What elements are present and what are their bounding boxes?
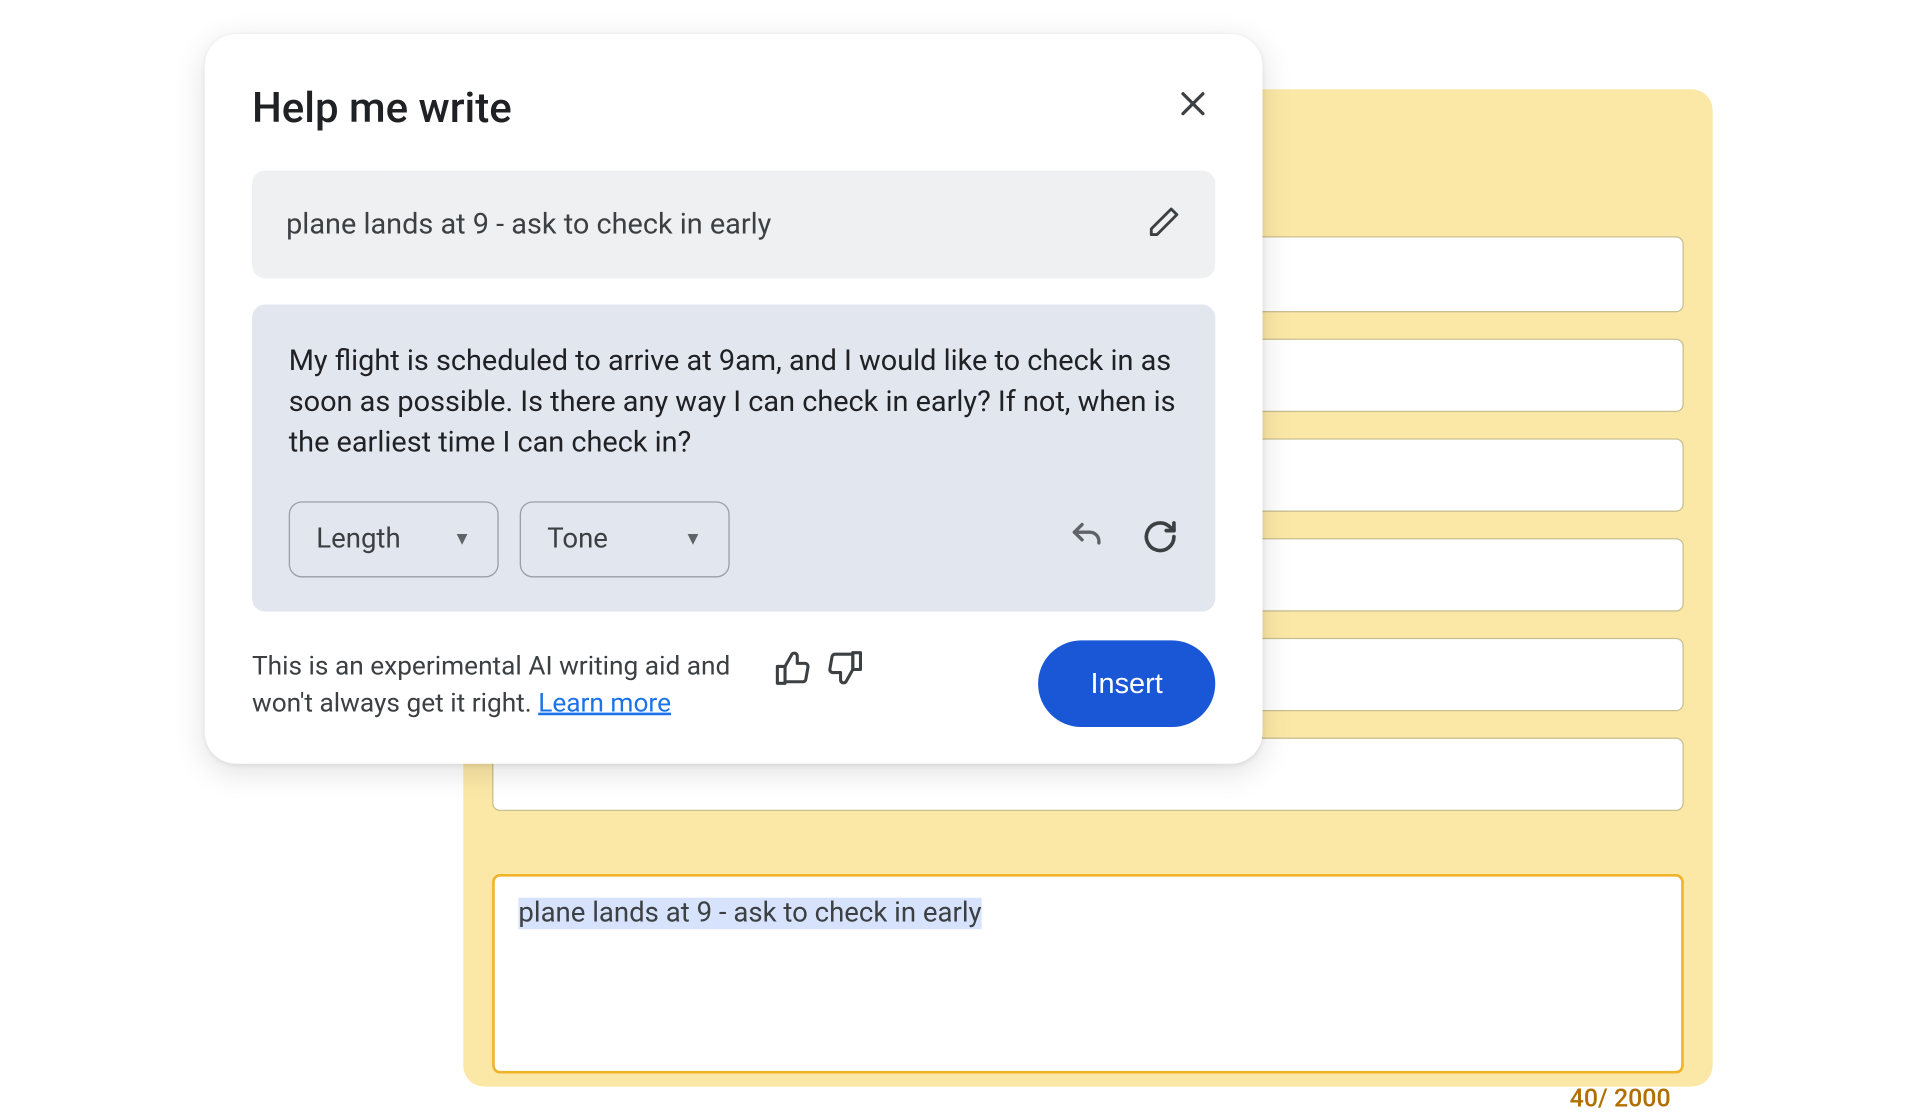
close-icon [1176, 85, 1210, 131]
edit-prompt-button[interactable] [1147, 205, 1181, 244]
length-label: Length [316, 523, 400, 554]
insert-button[interactable]: Insert [1038, 640, 1215, 727]
dialog-title: Help me write [252, 83, 512, 133]
tone-dropdown[interactable]: Tone ▼ [520, 501, 730, 577]
regenerate-button[interactable] [1142, 518, 1179, 560]
message-textarea[interactable]: plane lands at 9 - ask to check in early… [492, 874, 1684, 1073]
tone-label: Tone [547, 523, 608, 554]
generated-result-box: My flight is scheduled to arrive at 9am,… [252, 304, 1215, 611]
undo-icon [1068, 518, 1105, 560]
character-counter: 40/ 2000 [1570, 1083, 1671, 1113]
help-me-write-dialog: Help me write plane lands at 9 - ask to … [205, 34, 1263, 763]
chevron-down-icon: ▼ [684, 528, 702, 550]
chevron-down-icon: ▼ [453, 528, 471, 550]
prompt-box: plane lands at 9 - ask to check in early [252, 171, 1215, 279]
textarea-highlighted-text: plane lands at 9 - ask to check in early [518, 898, 981, 929]
learn-more-link[interactable]: Learn more [538, 686, 671, 717]
thumb-down-icon [827, 649, 864, 691]
disclaimer-text: This is an experimental AI writing aid a… [252, 647, 751, 720]
generated-text: My flight is scheduled to arrive at 9am,… [289, 341, 1179, 464]
thumb-down-button[interactable] [827, 649, 864, 691]
close-button[interactable] [1171, 81, 1216, 133]
redo-icon [1142, 518, 1179, 560]
thumb-up-icon [774, 649, 811, 691]
thumb-up-button[interactable] [774, 649, 811, 691]
undo-button[interactable] [1068, 518, 1105, 560]
pencil-icon [1147, 219, 1181, 244]
prompt-text: plane lands at 9 - ask to check in early [286, 208, 771, 241]
length-dropdown[interactable]: Length ▼ [289, 501, 499, 577]
